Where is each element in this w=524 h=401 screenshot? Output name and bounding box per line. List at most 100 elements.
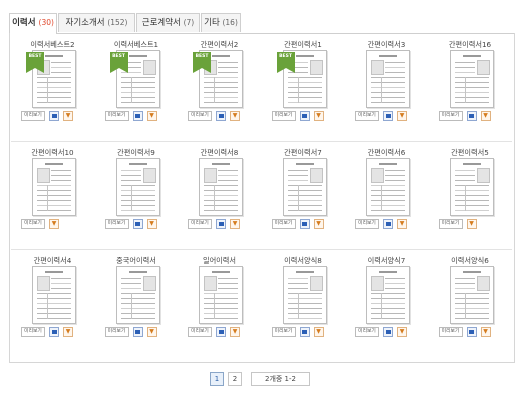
word-download-icon[interactable]: [132, 327, 143, 337]
word-download-icon[interactable]: [383, 111, 393, 121]
word-download-icon[interactable]: [49, 111, 59, 121]
template-title[interactable]: 이력서양식8: [262, 256, 345, 266]
tab-cover-letter[interactable]: 자기소개서 (152): [58, 13, 135, 32]
template-title[interactable]: 간편이력서3: [345, 40, 428, 50]
document-thumbnail[interactable]: [115, 158, 160, 216]
hwp-download-icon[interactable]: ▼: [146, 111, 157, 121]
template-title[interactable]: 일어이력서: [178, 256, 261, 266]
preview-button[interactable]: 미리보기: [104, 111, 129, 121]
tab-resume[interactable]: 이력서 (30): [9, 13, 57, 34]
template-card[interactable]: 이력서베스트1 BEST 미리보기 ▼: [95, 36, 178, 136]
page-2-button[interactable]: 2: [228, 372, 242, 386]
preview-button[interactable]: 미리보기: [104, 327, 129, 337]
hwp-download-icon[interactable]: ▼: [397, 219, 407, 229]
hwp-download-icon[interactable]: ▼: [230, 111, 240, 121]
template-card[interactable]: 이력서양식7 미리보기 ▼: [345, 252, 428, 352]
preview-button[interactable]: 미리보기: [438, 219, 463, 229]
tab-labor-contract[interactable]: 근로계약서 (7): [136, 13, 200, 32]
document-thumbnail[interactable]: [32, 158, 76, 216]
hwp-download-icon[interactable]: ▼: [146, 327, 157, 337]
word-download-icon[interactable]: [299, 327, 310, 337]
template-card[interactable]: 이력서양식8 미리보기 ▼: [262, 252, 345, 352]
preview-button[interactable]: 미리보기: [21, 327, 45, 337]
document-thumbnail[interactable]: [449, 50, 494, 108]
document-thumbnail[interactable]: [366, 266, 410, 324]
template-title[interactable]: 이력서베스트1: [95, 40, 178, 50]
template-card[interactable]: 간편이력서3 미리보기 ▼: [345, 36, 428, 136]
preview-button[interactable]: 미리보기: [271, 327, 296, 337]
hwp-download-icon[interactable]: ▼: [466, 219, 477, 229]
word-download-icon[interactable]: [49, 327, 59, 337]
preview-button[interactable]: 미리보기: [438, 327, 463, 337]
hwp-download-icon[interactable]: ▼: [313, 327, 324, 337]
word-download-icon[interactable]: [216, 327, 226, 337]
hwp-download-icon[interactable]: ▼: [480, 327, 491, 337]
word-download-icon[interactable]: [466, 327, 477, 337]
template-title[interactable]: 간편이력서10: [11, 148, 94, 158]
document-thumbnail[interactable]: [366, 158, 410, 216]
hwp-download-icon[interactable]: ▼: [63, 111, 73, 121]
word-download-icon[interactable]: [299, 111, 310, 121]
hwp-download-icon[interactable]: ▼: [397, 327, 407, 337]
template-title[interactable]: 간편이력서6: [345, 148, 428, 158]
word-download-icon[interactable]: [299, 219, 310, 229]
document-thumbnail[interactable]: [282, 266, 327, 324]
template-title[interactable]: 간편이력서7: [262, 148, 345, 158]
hwp-download-icon[interactable]: ▼: [146, 219, 157, 229]
preview-button[interactable]: 미리보기: [355, 219, 379, 229]
template-title[interactable]: 간편이력서5: [429, 148, 512, 158]
template-card[interactable]: 간편이력서9 미리보기 ▼: [95, 144, 178, 244]
template-card[interactable]: 간편이력서16 미리보기 ▼: [429, 36, 512, 136]
template-title[interactable]: 간편이력서8: [178, 148, 261, 158]
document-thumbnail[interactable]: [366, 50, 410, 108]
template-card[interactable]: 간편이력서5 미리보기 ▼: [429, 144, 512, 244]
document-thumbnail[interactable]: [282, 158, 327, 216]
hwp-download-icon[interactable]: ▼: [313, 111, 324, 121]
page-1-button[interactable]: 1: [210, 372, 224, 386]
document-thumbnail[interactable]: [32, 266, 76, 324]
template-title[interactable]: 간편이력서2: [178, 40, 261, 50]
template-title[interactable]: 간편이력서4: [11, 256, 94, 266]
word-download-icon[interactable]: [132, 111, 143, 121]
word-download-icon[interactable]: [216, 111, 226, 121]
document-thumbnail[interactable]: [199, 158, 243, 216]
word-download-icon[interactable]: [132, 219, 143, 229]
template-card[interactable]: 간편이력서2 BEST 미리보기 ▼: [178, 36, 261, 136]
word-download-icon[interactable]: [383, 219, 393, 229]
template-card[interactable]: 이력서베스트2 BEST 미리보기 ▼: [11, 36, 94, 136]
template-card[interactable]: 간편이력서10 미리보기 ▼: [11, 144, 94, 244]
preview-button[interactable]: 미리보기: [104, 219, 129, 229]
preview-button[interactable]: 미리보기: [188, 219, 212, 229]
document-thumbnail[interactable]: [449, 158, 494, 216]
tab-etc[interactable]: 기타 (16): [201, 13, 241, 32]
template-card[interactable]: 간편이력서1 BEST 미리보기 ▼: [262, 36, 345, 136]
preview-button[interactable]: 미리보기: [188, 111, 212, 121]
hwp-download-icon[interactable]: ▼: [230, 219, 240, 229]
template-title[interactable]: 간편이력서1: [262, 40, 345, 50]
preview-button[interactable]: 미리보기: [355, 327, 379, 337]
template-title[interactable]: 이력서양식7: [345, 256, 428, 266]
hwp-download-icon[interactable]: ▼: [480, 111, 491, 121]
preview-button[interactable]: 미리보기: [21, 219, 45, 229]
document-thumbnail[interactable]: [449, 266, 494, 324]
document-thumbnail[interactable]: [199, 266, 243, 324]
template-card[interactable]: 간편이력서8 미리보기 ▼: [178, 144, 261, 244]
word-download-icon[interactable]: [466, 111, 477, 121]
template-title[interactable]: 이력서베스트2: [11, 40, 94, 50]
template-card[interactable]: 간편이력서7 미리보기 ▼: [262, 144, 345, 244]
hwp-download-icon[interactable]: ▼: [313, 219, 324, 229]
template-title[interactable]: 이력서양식6: [429, 256, 512, 266]
preview-button[interactable]: 미리보기: [438, 111, 463, 121]
hwp-download-icon[interactable]: ▼: [49, 219, 59, 229]
preview-button[interactable]: 미리보기: [271, 111, 296, 121]
hwp-download-icon[interactable]: ▼: [230, 327, 240, 337]
preview-button[interactable]: 미리보기: [355, 111, 379, 121]
template-title[interactable]: 간편이력서9: [95, 148, 178, 158]
preview-button[interactable]: 미리보기: [21, 111, 45, 121]
template-card[interactable]: 이력서양식6 미리보기 ▼: [429, 252, 512, 352]
word-download-icon[interactable]: [216, 219, 226, 229]
document-thumbnail[interactable]: [115, 266, 160, 324]
template-title[interactable]: 간편이력서16: [429, 40, 512, 50]
template-title[interactable]: 중국어이력서: [95, 256, 178, 266]
preview-button[interactable]: 미리보기: [188, 327, 212, 337]
